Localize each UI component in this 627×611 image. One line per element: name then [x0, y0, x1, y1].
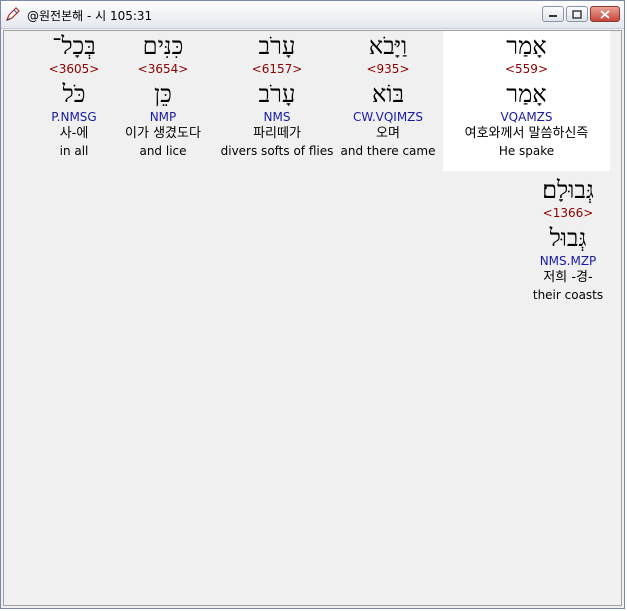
english-gloss: divers softs of flies [220, 144, 334, 158]
morph-code[interactable]: NMS [219, 109, 335, 125]
morph-code[interactable]: CW.VQIMZS [338, 109, 438, 125]
close-icon [591, 7, 619, 21]
hebrew-lemma: עָרֹב [258, 80, 296, 108]
hebrew-lemma: כֹּל [62, 80, 86, 108]
korean-gloss: 여호와께서 말씀하신즉 [464, 126, 589, 141]
english-gloss: and there came [340, 144, 436, 158]
window-title: @원전본해 - 시 105:31 [27, 9, 153, 23]
english-gloss: and lice [139, 144, 187, 158]
maximize-icon [567, 7, 587, 21]
korean-gloss: 사-에 [59, 126, 89, 141]
hebrew-word: כִּנִּים [142, 32, 184, 60]
close-button[interactable] [590, 6, 620, 22]
strong-number[interactable]: <3654> [110, 61, 216, 77]
hebrew-word: בְּכָל־ [52, 32, 96, 60]
title-bar[interactable]: @원전본해 - 시 105:31 [1, 1, 624, 29]
minimize-button[interactable] [542, 6, 564, 22]
word-block[interactable]: וַיָּבֹא <935> בּוֹא CW.VQIMZS 오며 and th… [338, 31, 438, 171]
morph-code[interactable]: VQAMZS [443, 109, 610, 125]
morph-code[interactable]: NMP [110, 109, 216, 125]
strong-number[interactable]: <6157> [219, 61, 335, 77]
english-gloss: in all [59, 144, 89, 158]
hebrew-word: וַיָּבֹא [368, 32, 408, 60]
strong-number[interactable]: <559> [443, 61, 610, 77]
korean-gloss: 오며 [376, 126, 400, 141]
korean-gloss: 파리떼가 [253, 126, 301, 141]
korean-gloss: 이가 생겼도다 [125, 126, 201, 141]
word-block[interactable]: אָמַר <559> אָמַר VQAMZS 여호와께서 말씀하신즉 He … [443, 31, 610, 171]
word-block[interactable]: גְּבוּלָם׃ <1366> גְּבוּל NMS.MZP 저희 -경-… [520, 175, 616, 315]
morph-code[interactable]: NMS.MZP [520, 253, 616, 269]
hebrew-lemma: אָמַר [506, 80, 547, 108]
english-gloss: He spake [498, 144, 555, 158]
hebrew-word: עָרֹב [258, 32, 296, 60]
hebrew-lemma: גְּבוּל [549, 224, 587, 252]
english-gloss: their coasts [532, 288, 604, 302]
hebrew-lemma: בּוֹא [371, 80, 405, 108]
word-block[interactable]: כִּנִּים <3654> כֵּן NMP 이가 생겼도다 and lic… [110, 31, 216, 171]
korean-gloss: 저희 -경- [543, 270, 593, 285]
strong-number[interactable]: <3605> [36, 61, 112, 77]
hebrew-word: גְּבוּלָם׃ [542, 176, 594, 204]
app-window: @원전본해 - 시 105:31 אָמַר <559> אָמַר VQAMZ… [0, 0, 625, 609]
maximize-button[interactable] [566, 6, 588, 22]
word-block[interactable]: עָרֹב <6157> עָרֹב NMS 파리떼가 divers softs… [219, 31, 335, 171]
app-pen-icon[interactable] [5, 6, 21, 22]
strong-number[interactable]: <935> [338, 61, 438, 77]
morph-code[interactable]: P.NMSG [36, 109, 112, 125]
interlinear-view[interactable]: אָמַר <559> אָמַר VQAMZS 여호와께서 말씀하신즉 He … [3, 30, 622, 606]
word-block[interactable]: בְּכָל־ <3605> כֹּל P.NMSG 사-에 in all [36, 31, 112, 171]
strong-number[interactable]: <1366> [520, 205, 616, 221]
minimize-icon [543, 7, 563, 21]
hebrew-word: אָמַר [506, 32, 547, 60]
hebrew-lemma: כֵּן [154, 80, 172, 108]
